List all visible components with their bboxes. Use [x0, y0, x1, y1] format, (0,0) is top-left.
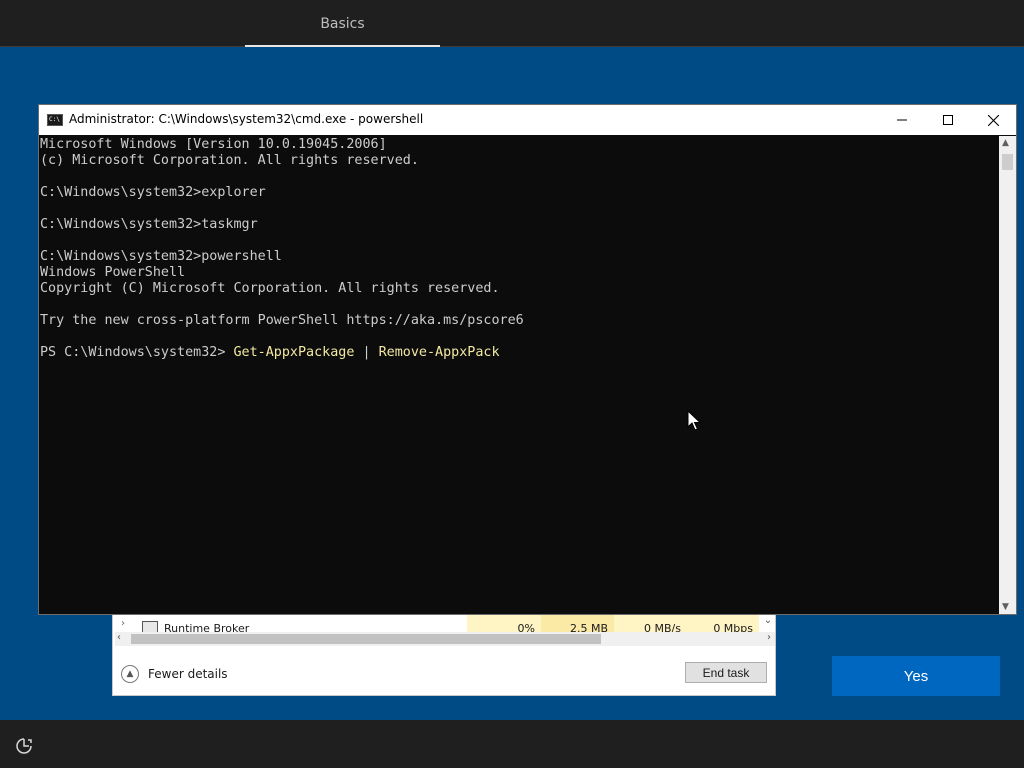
title-bar[interactable]: C:\ Administrator: C:\Windows\system32\c…	[39, 105, 1016, 135]
cpu-cell: 0%	[467, 615, 541, 633]
terminal-line: Copyright (C) Microsoft Corporation. All…	[40, 281, 500, 296]
terminal-line: Microsoft Windows [Version 10.0.19045.20…	[40, 137, 387, 152]
tab-underline	[245, 45, 440, 47]
mouse-cursor-icon	[687, 410, 701, 431]
pipe-operator: |	[354, 345, 379, 360]
fewer-details-button[interactable]: ▲ Fewer details	[121, 664, 228, 684]
terminal-line: C:\Windows\system32>explorer	[40, 185, 266, 200]
scroll-left-icon[interactable]: ‹	[117, 632, 121, 643]
memory-cell: 2.5 MB	[541, 615, 614, 633]
scroll-down-icon[interactable]: ⌄	[761, 615, 775, 631]
tab-basics[interactable]: Basics	[245, 0, 440, 47]
oobe-header: Basics	[0, 0, 1024, 47]
terminal-line: Windows PowerShell	[40, 265, 186, 280]
command-input-line[interactable]: PS C:\Windows\system32> Get-AppxPackage …	[40, 345, 999, 361]
minimize-button[interactable]	[879, 105, 925, 135]
oobe-footer	[0, 720, 1024, 768]
console-window[interactable]: C:\ Administrator: C:\Windows\system32\c…	[38, 104, 1017, 615]
end-task-button[interactable]: End task	[685, 662, 767, 683]
vertical-scrollbar[interactable]: ▲ ▼	[999, 136, 1016, 614]
scroll-down-icon[interactable]: ▼	[1002, 602, 1009, 612]
disk-cell: 0 MB/s	[614, 615, 687, 633]
chevron-right-icon[interactable]: ›	[121, 618, 125, 629]
yes-button[interactable]: Yes	[832, 656, 1000, 696]
command-cmdlet: Remove-AppxPack	[378, 345, 500, 360]
maximize-button[interactable]	[925, 105, 971, 135]
close-icon	[987, 114, 999, 126]
scroll-up-icon[interactable]: ▲	[1002, 138, 1009, 148]
close-button[interactable]	[970, 105, 1016, 135]
scroll-right-icon[interactable]: ›	[767, 632, 771, 643]
minimize-icon	[897, 119, 907, 121]
window-title: Administrator: C:\Windows\system32\cmd.e…	[69, 112, 424, 126]
network-cell: 0 Mbps	[687, 615, 759, 633]
chevron-up-icon: ▲	[121, 665, 139, 683]
command-cmdlet: Get-AppxPackage	[233, 345, 355, 360]
terminal-line: (c) Microsoft Corporation. All rights re…	[40, 153, 419, 168]
accessibility-icon[interactable]	[14, 736, 34, 756]
table-row[interactable]: › Runtime Broker 0% 2.5 MB 0 MB/s 0 Mbps	[113, 615, 777, 633]
fewer-details-label: Fewer details	[148, 667, 228, 681]
terminal-output[interactable]: Microsoft Windows [Version 10.0.19045.20…	[39, 136, 999, 614]
terminal-line: C:\Windows\system32>taskmgr	[40, 217, 258, 232]
terminal-line: Try the new cross-platform PowerShell ht…	[40, 313, 524, 328]
horizontal-scrollbar[interactable]: ‹ ›	[115, 632, 775, 646]
scrollbar-thumb[interactable]	[1002, 154, 1013, 170]
console-icon: C:\	[47, 114, 63, 126]
scrollbar-thumb[interactable]	[131, 634, 601, 644]
maximize-icon	[943, 115, 953, 125]
terminal-line: C:\Windows\system32>powershell	[40, 249, 282, 264]
prompt: PS C:\Windows\system32>	[40, 345, 234, 360]
